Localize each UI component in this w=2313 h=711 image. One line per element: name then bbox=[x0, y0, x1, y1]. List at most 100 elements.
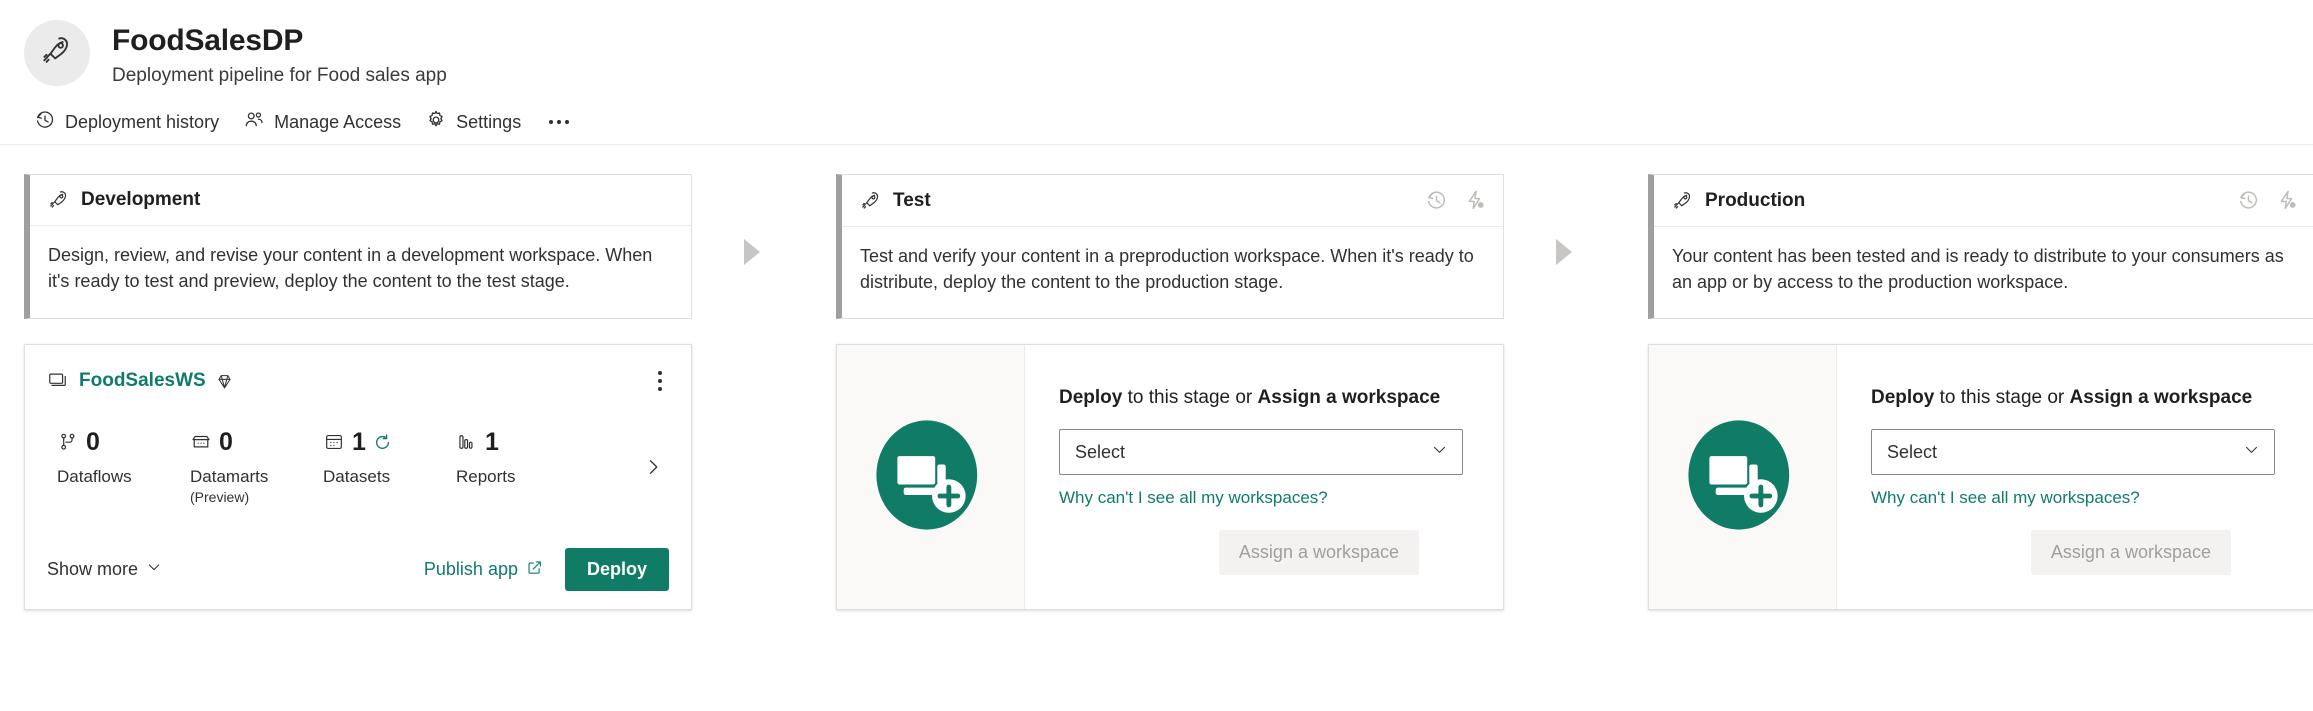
why-cant-i-see-workspaces-link[interactable]: Why can't I see all my workspaces? bbox=[1059, 488, 1463, 508]
show-more-label: Show more bbox=[47, 559, 139, 579]
metric-count: 0 bbox=[86, 427, 100, 456]
empty-stage-title-middle: to this stage or bbox=[1934, 387, 2070, 408]
metric-label: Datasets bbox=[323, 467, 391, 486]
rocket-icon bbox=[40, 34, 74, 73]
toolbar-item-label: Deployment history bbox=[65, 111, 220, 132]
stage-header-test: Test bbox=[842, 175, 1503, 227]
metric-dataflows[interactable]: 0 Dataflows bbox=[57, 427, 190, 487]
empty-stage-title-middle: to this stage or bbox=[1122, 387, 1258, 408]
toolbar: Deployment history Manage Access Setting… bbox=[0, 100, 2313, 144]
workspace-name-link[interactable]: FoodSalesWS bbox=[79, 370, 206, 392]
metric-label: Reports bbox=[456, 467, 516, 486]
publish-app-link[interactable]: Publish app bbox=[424, 559, 543, 581]
add-workspace-illustration bbox=[868, 412, 994, 543]
stage-title: Test bbox=[893, 189, 931, 211]
refresh-icon[interactable] bbox=[373, 433, 392, 452]
empty-stage-title-deploy: Deploy bbox=[1059, 387, 1123, 408]
toolbar-item-label: Settings bbox=[456, 111, 522, 132]
page-subtitle: Deployment pipeline for Food sales app bbox=[112, 65, 447, 86]
empty-stage-title-deploy: Deploy bbox=[1871, 387, 1935, 408]
chevron-down-icon bbox=[2243, 441, 2260, 463]
history-icon[interactable] bbox=[2237, 189, 2260, 212]
empty-stage-panel-test: Deploy to this stage or Assign a workspa… bbox=[836, 344, 1504, 610]
history-icon bbox=[34, 109, 56, 136]
toolbar-item-deployment-history[interactable]: Deployment history bbox=[24, 103, 233, 142]
stage-column-production: Production Your content has been tested … bbox=[1648, 174, 2313, 610]
ellipsis-dot bbox=[658, 387, 662, 391]
workspace-more-options-button[interactable] bbox=[651, 365, 669, 397]
toolbar-item-manage-access[interactable]: Manage Access bbox=[233, 103, 415, 142]
ellipsis-dot bbox=[658, 371, 662, 375]
workspace-card-header: FoodSalesWS bbox=[47, 365, 669, 397]
diamond-icon bbox=[215, 372, 234, 391]
page-header: FoodSalesDP Deployment pipeline for Food… bbox=[0, 0, 2313, 100]
metric-reports[interactable]: 1 Reports bbox=[456, 427, 589, 487]
empty-stage-panel-production: Deploy to this stage or Assign a workspa… bbox=[1648, 344, 2313, 610]
datamart-icon bbox=[190, 431, 212, 453]
empty-stage-illustration bbox=[1649, 345, 1837, 609]
stage-connector-test-to-production bbox=[1504, 174, 1624, 329]
metric-datamarts[interactable]: 0 Datamarts (Preview) bbox=[190, 427, 323, 507]
show-more-button[interactable]: Show more bbox=[47, 559, 162, 580]
chevron-right-icon[interactable] bbox=[637, 451, 669, 483]
ellipsis-dot bbox=[557, 120, 562, 124]
toolbar-overflow-button[interactable] bbox=[535, 110, 583, 134]
people-icon bbox=[243, 109, 265, 136]
arrow-right-icon bbox=[744, 238, 760, 265]
metric-count: 0 bbox=[219, 427, 233, 456]
chevron-down-icon bbox=[146, 559, 162, 580]
metric-sublabel: (Preview) bbox=[190, 489, 250, 505]
metric-count: 1 bbox=[485, 427, 499, 456]
workspace-select-dropdown[interactable]: Select bbox=[1871, 429, 2275, 475]
workspace-card-footer: Show more Publish app Deploy bbox=[47, 548, 669, 591]
workspace-select-value: Select bbox=[1887, 441, 1938, 462]
metric-label: Datamarts bbox=[190, 467, 269, 486]
workspace-select-dropdown[interactable]: Select bbox=[1059, 429, 1463, 475]
why-cant-i-see-workspaces-link[interactable]: Why can't I see all my workspaces? bbox=[1871, 488, 2275, 508]
workspace-metrics: 0 Dataflows 0 Datamarts (Preview) 1 Data… bbox=[47, 427, 669, 507]
assign-workspace-button[interactable]: Assign a workspace bbox=[1218, 530, 1419, 575]
empty-stage-title: Deploy to this stage or Assign a workspa… bbox=[1059, 385, 1463, 411]
dataset-icon bbox=[323, 431, 345, 453]
metric-label: Dataflows bbox=[57, 467, 132, 486]
report-icon bbox=[456, 431, 478, 453]
stage-card-test: Test Test and verify your content in a p… bbox=[836, 174, 1504, 319]
publish-app-label: Publish app bbox=[423, 559, 518, 579]
ellipsis-dot bbox=[658, 379, 662, 383]
history-icon[interactable] bbox=[1425, 189, 1448, 212]
pipeline-stages: Development Design, review, and revise y… bbox=[0, 145, 2313, 610]
arrow-right-icon bbox=[1556, 238, 1572, 265]
deploy-button[interactable]: Deploy bbox=[564, 548, 669, 591]
rocket-icon bbox=[1672, 190, 1694, 212]
ellipsis-dot bbox=[549, 120, 554, 124]
empty-stage-title-assign: Assign a workspace bbox=[2069, 387, 2253, 408]
deployment-rules-icon[interactable] bbox=[1464, 189, 1487, 212]
assign-workspace-button[interactable]: Assign a workspace bbox=[2030, 530, 2231, 575]
empty-stage-title-assign: Assign a workspace bbox=[1257, 387, 1441, 408]
metric-datasets[interactable]: 1 Datasets bbox=[323, 427, 456, 487]
gear-icon bbox=[425, 109, 447, 136]
avatar bbox=[24, 20, 90, 86]
stage-column-development: Development Design, review, and revise y… bbox=[24, 174, 692, 610]
ellipsis-dot bbox=[565, 120, 570, 124]
rocket-icon bbox=[48, 189, 70, 211]
stage-header-production: Production bbox=[1654, 175, 2313, 227]
stage-description: Test and verify your content in a prepro… bbox=[860, 246, 1474, 292]
toolbar-item-settings[interactable]: Settings bbox=[415, 103, 535, 142]
stage-description: Design, review, and revise your content … bbox=[48, 245, 653, 291]
deployment-rules-icon[interactable] bbox=[2276, 189, 2299, 212]
stage-header-development: Development bbox=[30, 175, 691, 226]
toolbar-item-label: Manage Access bbox=[274, 111, 402, 132]
rocket-icon bbox=[860, 190, 882, 212]
external-link-icon bbox=[526, 559, 543, 581]
stage-card-development: Development Design, review, and revise y… bbox=[24, 174, 692, 319]
empty-stage-body: Deploy to this stage or Assign a workspa… bbox=[1025, 345, 1503, 609]
add-workspace-illustration bbox=[1680, 412, 1806, 543]
workspace-card: FoodSalesWS 0 Dataflows 0 Datamarts (Pre… bbox=[24, 344, 692, 610]
empty-stage-illustration bbox=[837, 345, 1025, 609]
dataflow-icon bbox=[57, 431, 79, 453]
empty-stage-title: Deploy to this stage or Assign a workspa… bbox=[1871, 385, 2275, 411]
stage-connector-dev-to-test bbox=[692, 174, 812, 329]
metric-count: 1 bbox=[352, 427, 366, 456]
workspace-select-value: Select bbox=[1075, 441, 1126, 462]
